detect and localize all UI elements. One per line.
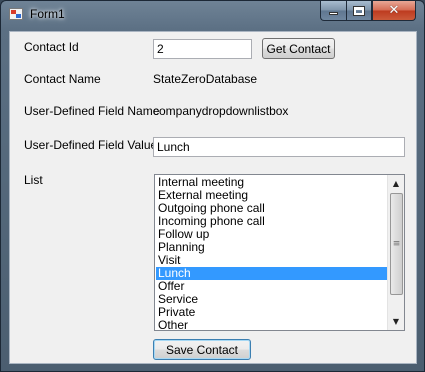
list-item[interactable]: Planning bbox=[156, 241, 388, 254]
scroll-grip-icon: ≡ bbox=[392, 239, 401, 249]
list-item[interactable]: Other bbox=[156, 319, 388, 331]
title-bar[interactable]: Form1 ✕ bbox=[1, 1, 424, 27]
maximize-button[interactable] bbox=[346, 1, 372, 21]
contact-id-label: Contact Id bbox=[24, 40, 79, 54]
contact-name-value: StateZeroDatabase bbox=[153, 72, 258, 86]
scroll-thumb[interactable]: ≡ bbox=[390, 193, 403, 295]
minimize-icon bbox=[329, 12, 338, 15]
list-box[interactable]: Internal meeting External meeting Outgoing… bbox=[154, 174, 405, 331]
maximize-icon bbox=[353, 5, 365, 16]
save-contact-button[interactable]: Save Contact bbox=[153, 339, 251, 360]
contact-id-input[interactable] bbox=[153, 39, 252, 59]
list-item[interactable]: Visit bbox=[156, 254, 388, 267]
close-icon: ✕ bbox=[388, 3, 400, 18]
udf-name-label: User-Defined Field Name bbox=[24, 104, 160, 118]
udf-value-label: User-Defined Field Value bbox=[24, 138, 158, 152]
scroll-up-icon[interactable]: ▲ bbox=[388, 175, 404, 192]
list-label: List bbox=[24, 173, 43, 187]
list-scrollbar[interactable]: ▲ ≡ ▼ bbox=[387, 175, 404, 330]
form-window: Form1 ✕ Contact Id Get Contact Contact N… bbox=[0, 0, 425, 372]
list-item[interactable]: Private bbox=[156, 306, 388, 319]
minimize-button[interactable] bbox=[320, 1, 346, 21]
form-client-area: Contact Id Get Contact Contact Name Stat… bbox=[9, 31, 417, 364]
get-contact-button[interactable]: Get Contact bbox=[262, 38, 335, 59]
form-app-icon bbox=[9, 8, 23, 20]
close-button[interactable]: ✕ bbox=[372, 1, 416, 21]
contact-name-label: Contact Name bbox=[24, 72, 101, 86]
udf-value-input[interactable] bbox=[153, 137, 405, 157]
scroll-down-icon[interactable]: ▼ bbox=[388, 313, 404, 330]
udf-name-value: companydropdownlistbox bbox=[153, 104, 289, 118]
list-items: Internal meeting External meeting Outgoing… bbox=[156, 176, 388, 331]
window-title: Form1 bbox=[30, 7, 65, 21]
window-controls: ✕ bbox=[320, 1, 416, 21]
list-item[interactable]: Lunch bbox=[156, 267, 388, 280]
